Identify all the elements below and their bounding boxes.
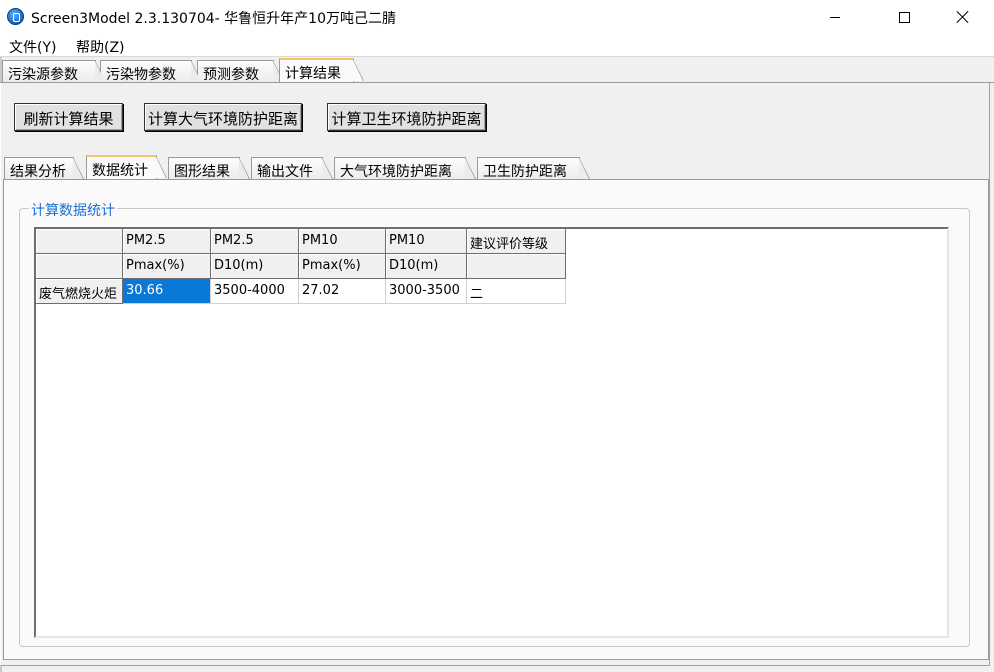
grid-header-cell: PM2.5 — [123, 229, 211, 254]
menu-file[interactable]: 文件(Y) — [9, 37, 56, 57]
grid-header-cell: D10(m) — [386, 254, 467, 279]
refresh-result-button[interactable]: 刷新计算结果 — [14, 103, 123, 131]
app-icon — [7, 8, 24, 25]
menu-separator — [0, 56, 994, 57]
tab-prediction[interactable]: 预测参数 — [197, 60, 284, 83]
calc-health-distance-button[interactable]: 计算卫生环境防护距离 — [327, 103, 486, 131]
grid-data-cell[interactable]: 二 — [467, 279, 566, 304]
minimize-icon — [830, 16, 840, 18]
grid-header-cell: PM10 — [299, 229, 386, 254]
tab-pollution-source[interactable]: 污染源参数 — [2, 60, 106, 83]
grid-data-cell[interactable]: 27.02 — [299, 279, 386, 304]
minimize-button[interactable] — [812, 0, 858, 34]
groupbox-title: 计算数据统计 — [29, 200, 117, 220]
grid-corner-cell — [36, 254, 123, 279]
grid-corner-cell — [36, 229, 123, 254]
menu-help[interactable]: 帮助(Z) — [76, 37, 125, 57]
window-title: Screen3Model 2.3.130704- 华鲁恒升年产10万吨己二腈 — [31, 11, 396, 27]
maximize-icon — [898, 11, 910, 23]
grid-header-cell: Pmax(%) — [123, 254, 211, 279]
tab-pollutant[interactable]: 污染物参数 — [100, 60, 202, 83]
grid-row-header[interactable]: 废气燃烧火炬 — [36, 279, 123, 304]
grid-header-cell: PM2.5 — [211, 229, 299, 254]
grid-header-cell: PM10 — [386, 229, 467, 254]
grid-data-cell[interactable]: 3500-4000 — [211, 279, 299, 304]
grid-header-cell: Pmax(%) — [299, 254, 386, 279]
close-button[interactable] — [940, 0, 986, 34]
title-bar: Screen3Model 2.3.130704- 华鲁恒升年产10万吨己二腈 — [0, 0, 994, 34]
tab-health-protection-distance[interactable]: 卫生防护距离 — [477, 157, 590, 180]
grid-header-cell — [467, 254, 566, 279]
tab-data-stats[interactable]: 数据统计 — [86, 155, 167, 179]
tab-output-file[interactable]: 输出文件 — [251, 157, 333, 180]
close-icon — [956, 10, 970, 24]
stats-grid[interactable]: PM2.5 PM2.5 PM10 PM10 建议评价等级 Pmax(%) D10… — [34, 227, 949, 638]
maximize-button[interactable] — [881, 0, 927, 34]
tab-calc-result[interactable]: 计算结果 — [279, 58, 364, 82]
tab-result-analysis[interactable]: 结果分析 — [4, 157, 84, 180]
calc-air-distance-button[interactable]: 计算大气环境防护距离 — [144, 103, 302, 131]
grid-data-cell[interactable]: 30.66 — [123, 279, 211, 304]
menu-bar: 文件(Y) 帮助(Z) — [0, 34, 994, 56]
grid-header-cell: 建议评价等级 — [467, 229, 566, 254]
tab-air-protection-distance[interactable]: 大气环境防护距离 — [334, 157, 476, 180]
grid-data-cell[interactable]: 3000-3500 — [386, 279, 467, 304]
tab-graph-result[interactable]: 图形结果 — [168, 157, 250, 180]
grid-header-cell: D10(m) — [211, 254, 299, 279]
